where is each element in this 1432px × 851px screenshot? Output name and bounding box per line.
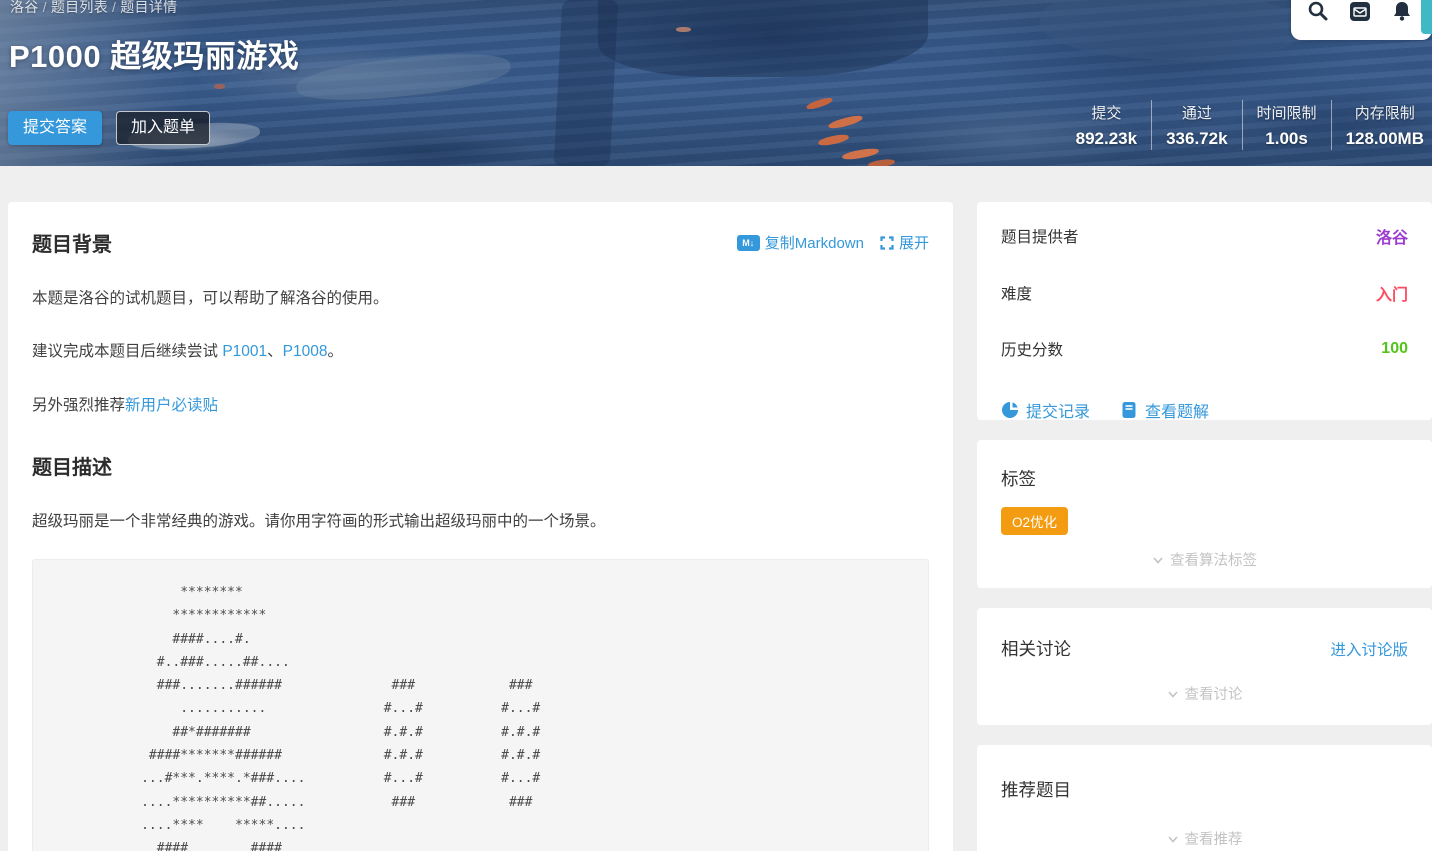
chevron-down-icon	[1167, 833, 1179, 845]
show-algorithm-tags-toggle[interactable]: 查看算法标签	[1001, 549, 1408, 570]
tags-heading: 标签	[1001, 466, 1408, 491]
difficulty-value: 入门	[1376, 281, 1408, 305]
bell-icon[interactable]	[1391, 0, 1413, 22]
expand-link[interactable]: 展开	[880, 232, 929, 253]
recommendations-heading: 推荐题目	[1001, 777, 1408, 802]
user-avatar[interactable]	[1421, 0, 1432, 34]
background-paragraph-2: 建议完成本题目后继续尝试 P1001、P1008。	[32, 340, 929, 363]
ascii-art-block: ******** ************ ####....#. #..###.…	[32, 559, 929, 851]
problem-page: 洛谷/题目列表/题目详情 P1000 超级玛丽游戏 提交答案 加入题单 提交 8…	[0, 0, 1432, 851]
show-recommendations-toggle[interactable]: 查看推荐	[1001, 828, 1408, 849]
section-heading-background: 题目背景	[32, 228, 112, 257]
breadcrumb-problem-list[interactable]: 题目列表	[51, 0, 108, 15]
breadcrumb-problem-detail[interactable]: 题目详情	[120, 0, 177, 15]
new-user-guide-link[interactable]: 新用户必读贴	[125, 397, 218, 414]
provider-value[interactable]: 洛谷	[1376, 224, 1408, 248]
background-paragraph-3: 另外强烈推荐新用户必读贴	[32, 394, 929, 417]
ascii-art: ******** ************ ####....#. #..###.…	[55, 581, 906, 851]
chevron-down-icon	[1152, 554, 1164, 566]
hero-buttons: 提交答案 加入题单	[8, 111, 210, 145]
expand-icon	[880, 236, 894, 250]
stat-accepted: 通过 336.72k	[1152, 102, 1241, 149]
recommendations-card: 推荐题目 查看推荐	[977, 745, 1432, 851]
book-icon	[1120, 401, 1138, 419]
breadcrumb: 洛谷/题目列表/题目详情	[10, 0, 177, 17]
tags-card: 标签 O2优化 查看算法标签	[977, 440, 1432, 588]
problem-stats: 提交 892.23k 通过 336.72k 时间限制 1.00s 内存限制 12…	[1062, 100, 1432, 150]
search-icon[interactable]	[1307, 0, 1329, 22]
stat-memory-limit: 内存限制 128.00MB	[1332, 102, 1432, 149]
info-row-difficulty: 难度 入门	[1001, 281, 1408, 305]
submission-records-link[interactable]: 提交记录	[1001, 398, 1090, 422]
breadcrumb-home[interactable]: 洛谷	[10, 0, 39, 15]
section-heading-description: 题目描述	[32, 451, 929, 480]
pie-chart-icon	[1001, 401, 1019, 419]
history-score-value: 100	[1381, 340, 1408, 358]
add-to-list-button[interactable]: 加入题单	[116, 111, 210, 145]
enter-discussion-board-link[interactable]: 进入讨论版	[1330, 638, 1408, 660]
stat-submissions: 提交 892.23k	[1062, 102, 1151, 149]
info-row-score: 历史分数 100	[1001, 338, 1408, 360]
problem-content-card: 题目背景 M↓ 复制Markdown 展开 本题是洛谷的试机题目，可以帮助了解洛…	[8, 202, 953, 851]
hero-banner: 洛谷/题目列表/题目详情 P1000 超级玛丽游戏 提交答案 加入题单 提交 8…	[0, 0, 1432, 166]
copy-markdown-link[interactable]: M↓ 复制Markdown	[737, 232, 864, 253]
show-discussions-toggle[interactable]: 查看讨论	[1001, 683, 1408, 704]
markdown-icon: M↓	[737, 235, 760, 251]
view-solutions-link[interactable]: 查看题解	[1120, 398, 1209, 422]
background-paragraph-1: 本题是洛谷的试机题目，可以帮助了解洛谷的使用。	[32, 287, 929, 310]
discussions-card: 相关讨论 进入讨论版 查看讨论	[977, 608, 1432, 725]
description-paragraph: 超级玛丽是一个非常经典的游戏。请你用字符画的形式输出超级玛丽中的一个场景。	[32, 510, 929, 533]
tag-o2-badge[interactable]: O2优化	[1001, 507, 1068, 535]
discussions-heading: 相关讨论	[1001, 636, 1071, 661]
link-p1001[interactable]: P1001	[222, 343, 267, 360]
mail-icon[interactable]	[1349, 0, 1371, 22]
problem-info-card: 题目提供者 洛谷 难度 入门 历史分数 100 提交记录 查看题解	[977, 202, 1432, 420]
submit-answer-button[interactable]: 提交答案	[8, 111, 102, 145]
top-toolbar	[1291, 0, 1432, 40]
chevron-down-icon	[1167, 688, 1179, 700]
info-row-provider: 题目提供者 洛谷	[1001, 224, 1408, 248]
page-title: P1000 超级玛丽游戏	[9, 31, 299, 76]
stat-time-limit: 时间限制 1.00s	[1243, 102, 1331, 149]
link-p1008[interactable]: P1008	[283, 343, 328, 360]
